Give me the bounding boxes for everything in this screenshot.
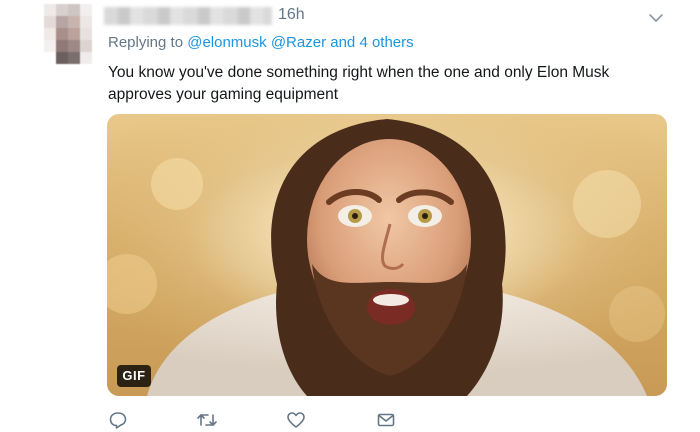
gif-media[interactable] — [107, 114, 667, 396]
tweet-actions — [108, 410, 408, 432]
reply-icon — [109, 412, 127, 429]
chevron-down-icon[interactable] — [648, 10, 664, 26]
replying-to: Replying to @elonmusk @Razer and 4 other… — [108, 34, 414, 51]
avatar[interactable] — [44, 4, 92, 64]
like-button[interactable] — [286, 410, 308, 432]
replying-prefix: Replying to — [108, 34, 184, 51]
gif-frame — [107, 114, 667, 396]
tweet-timestamp[interactable]: 16h — [278, 6, 305, 24]
retweet-button[interactable] — [196, 410, 218, 432]
envelope-icon — [377, 413, 395, 427]
direct-message-button[interactable] — [376, 410, 398, 432]
author-name-blurred[interactable] — [104, 7, 272, 25]
and-others-link[interactable]: and 4 others — [330, 34, 413, 51]
mention-elonmusk[interactable]: @elonmusk — [187, 34, 266, 51]
tweet[interactable]: 16h Replying to @elonmusk @Razer and 4 o… — [0, 0, 700, 432]
mention-razer[interactable]: @Razer — [271, 34, 326, 51]
heart-icon — [287, 412, 305, 428]
retweet-icon — [197, 414, 217, 426]
reply-button[interactable] — [108, 410, 130, 432]
tweet-text: You know you've done something right whe… — [108, 64, 610, 103]
gif-badge: GIF — [117, 365, 151, 387]
